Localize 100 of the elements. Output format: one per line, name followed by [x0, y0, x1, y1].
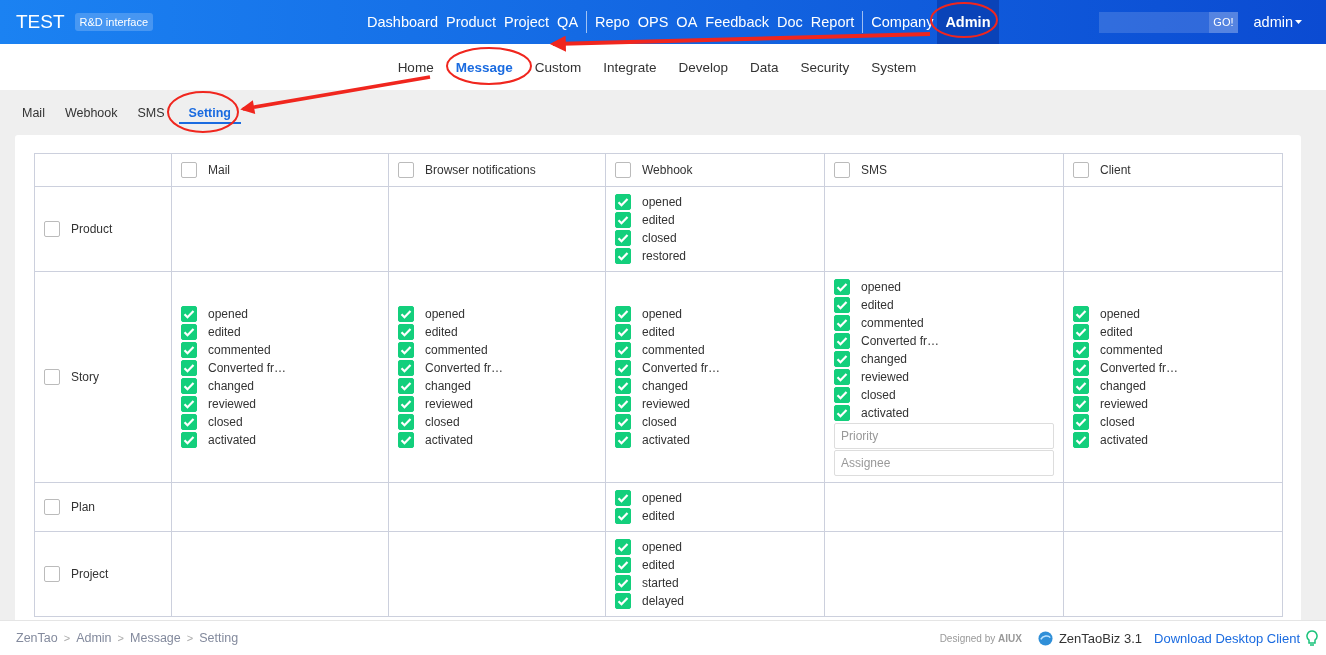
checked-checkbox[interactable]: [615, 306, 631, 322]
breadcrumb-link[interactable]: Admin: [76, 631, 112, 645]
event-label: opened: [1100, 307, 1141, 321]
sub-nav-link[interactable]: Home: [386, 59, 445, 75]
event-label: opened: [642, 307, 683, 321]
checked-checkbox[interactable]: [398, 324, 414, 340]
checked-checkbox[interactable]: [834, 315, 850, 331]
nav-link[interactable]: Doc: [773, 0, 807, 44]
checked-checkbox[interactable]: [834, 369, 850, 385]
nav-link[interactable]: QA: [553, 0, 583, 44]
checked-checkbox[interactable]: [181, 432, 197, 448]
checked-checkbox[interactable]: [615, 490, 631, 506]
nav-link[interactable]: OPS: [633, 0, 673, 44]
tab[interactable]: SMS: [127, 101, 175, 124]
sub-nav-link[interactable]: Message: [444, 59, 524, 75]
tab[interactable]: Setting: [178, 101, 241, 124]
checked-checkbox[interactable]: [1073, 414, 1089, 430]
checked-checkbox[interactable]: [615, 557, 631, 573]
sub-nav-link[interactable]: Security: [789, 59, 861, 75]
checked-checkbox[interactable]: [398, 342, 414, 358]
nav-link[interactable]: Feedback: [701, 0, 773, 44]
event-label: closed: [642, 231, 677, 245]
checked-checkbox[interactable]: [615, 324, 631, 340]
checkbox[interactable]: [44, 499, 60, 515]
checked-checkbox[interactable]: [615, 508, 631, 524]
sub-nav-link[interactable]: Data: [739, 59, 790, 75]
nav-link[interactable]: Product: [442, 0, 500, 44]
checked-checkbox[interactable]: [834, 333, 850, 349]
checkbox[interactable]: [44, 369, 60, 385]
checked-checkbox[interactable]: [398, 414, 414, 430]
row-label: Product: [71, 222, 113, 236]
nav-link[interactable]: OA: [672, 0, 702, 44]
checkbox[interactable]: [1073, 162, 1089, 178]
checked-checkbox[interactable]: [615, 378, 631, 394]
checked-checkbox[interactable]: [615, 539, 631, 555]
checked-checkbox[interactable]: [834, 279, 850, 295]
breadcrumb-link[interactable]: ZenTao: [16, 631, 58, 645]
event-label: activated: [425, 433, 474, 447]
checked-checkbox[interactable]: [1073, 432, 1089, 448]
event-label: reviewed: [208, 397, 257, 411]
brand-title: TEST: [16, 11, 65, 33]
column-header: Browser notifications: [425, 163, 536, 177]
checked-checkbox[interactable]: [834, 351, 850, 367]
checked-checkbox[interactable]: [615, 432, 631, 448]
download-link[interactable]: Download Desktop Client: [1154, 630, 1300, 646]
breadcrumb-link[interactable]: Message: [130, 631, 181, 645]
nav-link[interactable]: Admin: [937, 0, 999, 44]
checked-checkbox[interactable]: [398, 432, 414, 448]
checked-checkbox[interactable]: [615, 194, 631, 210]
nav-link[interactable]: Project: [499, 0, 554, 44]
checked-checkbox[interactable]: [834, 297, 850, 313]
sub-nav-link[interactable]: System: [860, 59, 928, 75]
checked-checkbox[interactable]: [1073, 342, 1089, 358]
sub-nav-link[interactable]: Develop: [667, 59, 740, 75]
checked-checkbox[interactable]: [181, 360, 197, 376]
checked-checkbox[interactable]: [181, 324, 197, 340]
checked-checkbox[interactable]: [181, 378, 197, 394]
nav-link[interactable]: Repo: [591, 0, 634, 44]
checkbox[interactable]: [834, 162, 850, 178]
checkbox[interactable]: [615, 162, 631, 178]
user-menu[interactable]: admin: [1253, 14, 1302, 30]
checked-checkbox[interactable]: [181, 396, 197, 412]
checked-checkbox[interactable]: [615, 212, 631, 228]
sub-nav-link[interactable]: Custom: [523, 59, 593, 75]
checked-checkbox[interactable]: [181, 414, 197, 430]
checked-checkbox[interactable]: [615, 230, 631, 246]
checked-checkbox[interactable]: [615, 396, 631, 412]
checked-checkbox[interactable]: [1073, 306, 1089, 322]
event-label: reviewed: [425, 397, 474, 411]
input-field[interactable]: Priority: [834, 423, 1054, 449]
checkbox[interactable]: [181, 162, 197, 178]
checked-checkbox[interactable]: [1073, 396, 1089, 412]
checked-checkbox[interactable]: [398, 378, 414, 394]
checkbox[interactable]: [44, 221, 60, 237]
nav-link[interactable]: Report: [806, 0, 859, 44]
checked-checkbox[interactable]: [615, 248, 631, 264]
checked-checkbox[interactable]: [615, 360, 631, 376]
checked-checkbox[interactable]: [615, 593, 631, 609]
checked-checkbox[interactable]: [398, 306, 414, 322]
checkbox[interactable]: [398, 162, 414, 178]
breadcrumb-link[interactable]: Setting: [199, 631, 239, 645]
sub-nav-link[interactable]: Integrate: [592, 59, 668, 75]
checked-checkbox[interactable]: [398, 360, 414, 376]
checked-checkbox[interactable]: [1073, 378, 1089, 394]
checked-checkbox[interactable]: [615, 414, 631, 430]
tab[interactable]: Webhook: [54, 101, 128, 124]
go-button[interactable]: GO!: [1209, 11, 1238, 33]
checked-checkbox[interactable]: [181, 306, 197, 322]
checked-checkbox[interactable]: [181, 342, 197, 358]
tab[interactable]: Mail: [12, 101, 55, 124]
nav-link[interactable]: Dashboard: [363, 0, 442, 44]
checked-checkbox[interactable]: [1073, 360, 1089, 376]
checked-checkbox[interactable]: [615, 575, 631, 591]
checked-checkbox[interactable]: [615, 342, 631, 358]
input-field[interactable]: Assignee: [834, 450, 1054, 476]
checked-checkbox[interactable]: [398, 396, 414, 412]
checked-checkbox[interactable]: [1073, 324, 1089, 340]
checked-checkbox[interactable]: [834, 387, 850, 403]
checked-checkbox[interactable]: [834, 405, 850, 421]
checkbox[interactable]: [44, 566, 60, 582]
